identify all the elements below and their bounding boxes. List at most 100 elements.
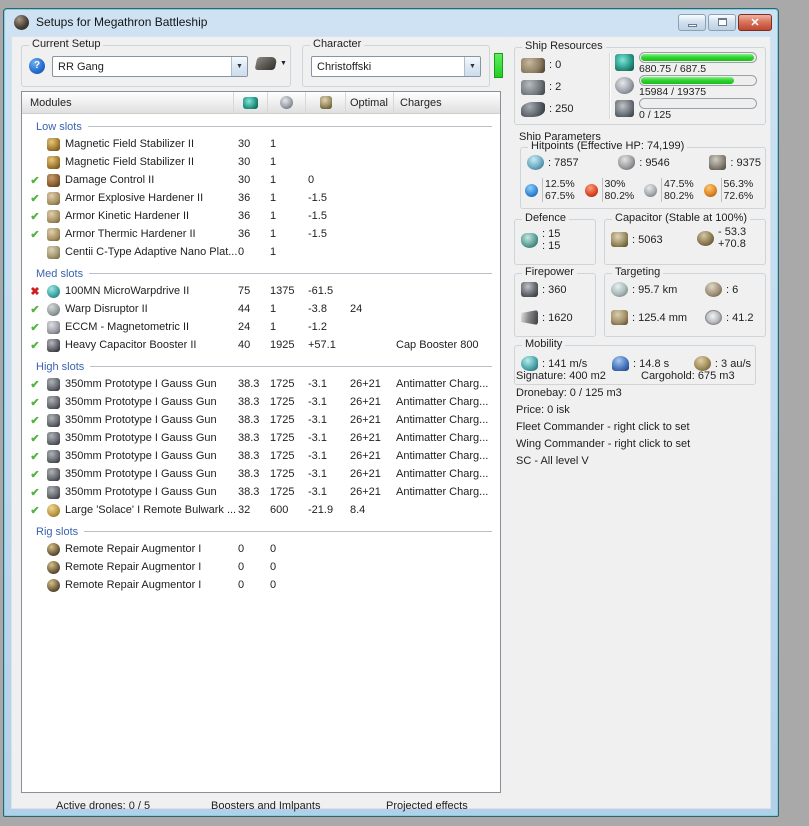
squad-commander-setting: SC - All level V — [516, 455, 589, 467]
module-row[interactable]: ✔ ECCM - Magnetometric II 24 1 -1.2 — [22, 318, 500, 336]
check-icon: ✔ — [30, 303, 40, 316]
module-row[interactable]: Remote Repair Augmentor I 0 0 — [22, 576, 500, 594]
module-row[interactable]: ✔ Armor Explosive Hardener II 36 1 -1.5 — [22, 189, 500, 207]
module-cpu: 36 — [238, 192, 251, 204]
explosive-armor-resist: 72.6% — [723, 190, 754, 202]
gun-module-icon — [46, 449, 60, 463]
wing-commander-setting[interactable]: Wing Commander - right click to set — [516, 438, 690, 450]
drone-bar — [639, 98, 757, 109]
module-name: 350mm Prototype I Gauss Gun — [65, 450, 217, 462]
projected-effects-label[interactable]: Projected effects — [386, 800, 468, 812]
module-powergrid: 1375 — [270, 285, 295, 297]
minimize-button[interactable] — [678, 13, 706, 31]
module-optimal: 26+21 — [350, 378, 381, 390]
module-cap-use: -3.1 — [308, 450, 327, 462]
slot-section-header: Med slots — [22, 265, 500, 282]
module-row[interactable]: ✔ Warp Disruptor II 44 1 -3.8 24 — [22, 300, 500, 318]
module-row[interactable]: Magnetic Field Stabilizer II 30 1 — [22, 135, 500, 153]
module-cpu: 0 — [238, 246, 245, 258]
module-row[interactable]: Remote Repair Augmentor I 0 0 — [22, 540, 500, 558]
module-powergrid: 1 — [270, 156, 277, 168]
module-row[interactable]: Magnetic Field Stabilizer II 30 1 — [22, 153, 500, 171]
module-name: Magnetic Field Stabilizer II — [65, 156, 194, 168]
check-icon: ✔ — [30, 378, 40, 391]
capbooster-module-icon — [46, 338, 60, 352]
module-row[interactable]: ✔ 350mm Prototype I Gauss Gun 38.3 1725 -3.1… — [22, 375, 500, 393]
module-row[interactable]: ✔ Armor Kinetic Hardener II 36 1 -1.5 — [22, 207, 500, 225]
title-bar[interactable]: Setups for Megathron Battleship ✕ — [4, 9, 778, 35]
module-powergrid: 1725 — [270, 414, 295, 426]
current-setup-group: Current Setup ? RR Gang ▼ ▼ — [21, 38, 291, 87]
module-charges: Antimatter Charg... — [396, 450, 489, 462]
slot-section-header: High slots — [22, 358, 500, 375]
module-cap-use: -1.5 — [308, 192, 327, 204]
module-row[interactable]: ✔ Damage Control II 30 1 0 — [22, 171, 500, 189]
dps-value: : 360 — [542, 283, 567, 296]
module-row[interactable]: Centii C-Type Adaptive Nano Plat... 0 1 — [22, 243, 500, 261]
max-velocity-icon — [521, 356, 538, 371]
module-cpu: 40 — [238, 339, 251, 351]
character-select[interactable]: Christoffski ▼ — [311, 56, 481, 77]
em-resist-icon — [525, 183, 538, 197]
remote-armor-module-icon — [46, 503, 60, 517]
module-row[interactable]: ✔ Heavy Capacitor Booster II 40 1925 +57.1 Ca… — [22, 336, 500, 354]
module-powergrid: 1925 — [270, 339, 295, 351]
module-row[interactable]: ✔ 350mm Prototype I Gauss Gun 38.3 1725 -3.1… — [22, 429, 500, 447]
active-drones-label[interactable]: Active drones: 0 / 5 — [56, 800, 150, 812]
close-button[interactable]: ✕ — [738, 13, 772, 31]
targeting-range-value: : 95.7 km — [632, 283, 678, 296]
powergrid-resource-row: 15984 / 19375 — [615, 75, 757, 98]
module-row[interactable]: ✔ Armor Thermic Hardener II 36 1 -1.5 — [22, 225, 500, 243]
load-setup-button[interactable]: ▼ — [254, 57, 287, 70]
module-row[interactable]: ✔ 350mm Prototype I Gauss Gun 38.3 1725 -3.1… — [22, 447, 500, 465]
slot-section-label: Rig slots — [36, 525, 79, 538]
kinetic-resist-icon — [644, 183, 657, 197]
gun-module-icon — [46, 485, 60, 499]
sensor-strength-icon — [705, 310, 722, 325]
section-divider — [87, 126, 492, 127]
modules-list: Low slots Magnetic Field Stabilizer II 30 1… — [22, 118, 500, 594]
module-row[interactable]: ✔ 350mm Prototype I Gauss Gun 38.3 1725 -3.1… — [22, 393, 500, 411]
defence-value-2: : 15 — [542, 240, 561, 252]
module-row[interactable]: ✔ 350mm Prototype I Gauss Gun 38.3 1725 -3.1… — [22, 411, 500, 429]
warp-speed-value: : 3 au/s — [714, 357, 751, 370]
setups-window: Setups for Megathron Battleship ✕ Curren… — [3, 8, 779, 817]
kinetic-shield-resist: 47.5% — [664, 178, 694, 190]
module-optimal: 26+21 — [350, 414, 381, 426]
help-icon[interactable]: ? — [29, 58, 45, 74]
modules-panel: Modules Optimal Charges Low slots Magneti… — [21, 91, 501, 793]
armor-hardener-module-icon — [46, 227, 60, 241]
module-row[interactable]: ✖ 100MN MicroWarpdrive II 75 1375 -61.5 — [22, 282, 500, 300]
module-row[interactable]: Remote Repair Augmentor I 0 0 — [22, 558, 500, 576]
armor-plate-module-icon — [46, 245, 60, 259]
hitpoints-label: Hitpoints (Effective HP: 74,199) — [528, 140, 688, 152]
module-row[interactable]: ✔ Large 'Solace' I Remote Bulwark ... 32 60… — [22, 501, 500, 519]
max-targets-value: : 6 — [726, 283, 739, 296]
defence-icon — [521, 232, 538, 248]
check-icon: ✔ — [30, 396, 40, 409]
module-cpu: 24 — [238, 321, 251, 333]
module-cpu: 30 — [238, 156, 251, 168]
armor-hardener-module-icon — [46, 209, 60, 223]
module-row[interactable]: ✔ 350mm Prototype I Gauss Gun 38.3 1725 -3.1… — [22, 465, 500, 483]
boosters-implants-label[interactable]: Boosters and Imlpants — [211, 800, 320, 812]
slot-section-label: Low slots — [36, 120, 82, 133]
fleet-commander-setting[interactable]: Fleet Commander - right click to set — [516, 421, 690, 433]
check-icon: ✔ — [30, 174, 40, 187]
shield-hp-value: : 7857 — [548, 156, 579, 169]
setup-select-value: RR Gang — [58, 60, 104, 73]
charges-column-header: Charges — [400, 96, 442, 109]
module-row[interactable]: ✔ 350mm Prototype I Gauss Gun 38.3 1725 -3.1… — [22, 483, 500, 501]
check-icon: ✔ — [30, 321, 40, 334]
character-select-value: Christoffski — [317, 60, 372, 73]
structure-hp-value: : 9375 — [730, 156, 761, 169]
em-armor-resist: 67.5% — [545, 190, 575, 202]
cpu-column-icon — [243, 96, 258, 109]
module-name: 350mm Prototype I Gauss Gun — [65, 414, 217, 426]
module-name: 350mm Prototype I Gauss Gun — [65, 396, 217, 408]
module-cpu: 44 — [238, 303, 251, 315]
maximize-button[interactable] — [708, 13, 736, 31]
drone-resource-row: 0 / 125 — [615, 98, 757, 121]
module-powergrid: 1725 — [270, 450, 295, 462]
setup-select[interactable]: RR Gang ▼ — [52, 56, 248, 77]
